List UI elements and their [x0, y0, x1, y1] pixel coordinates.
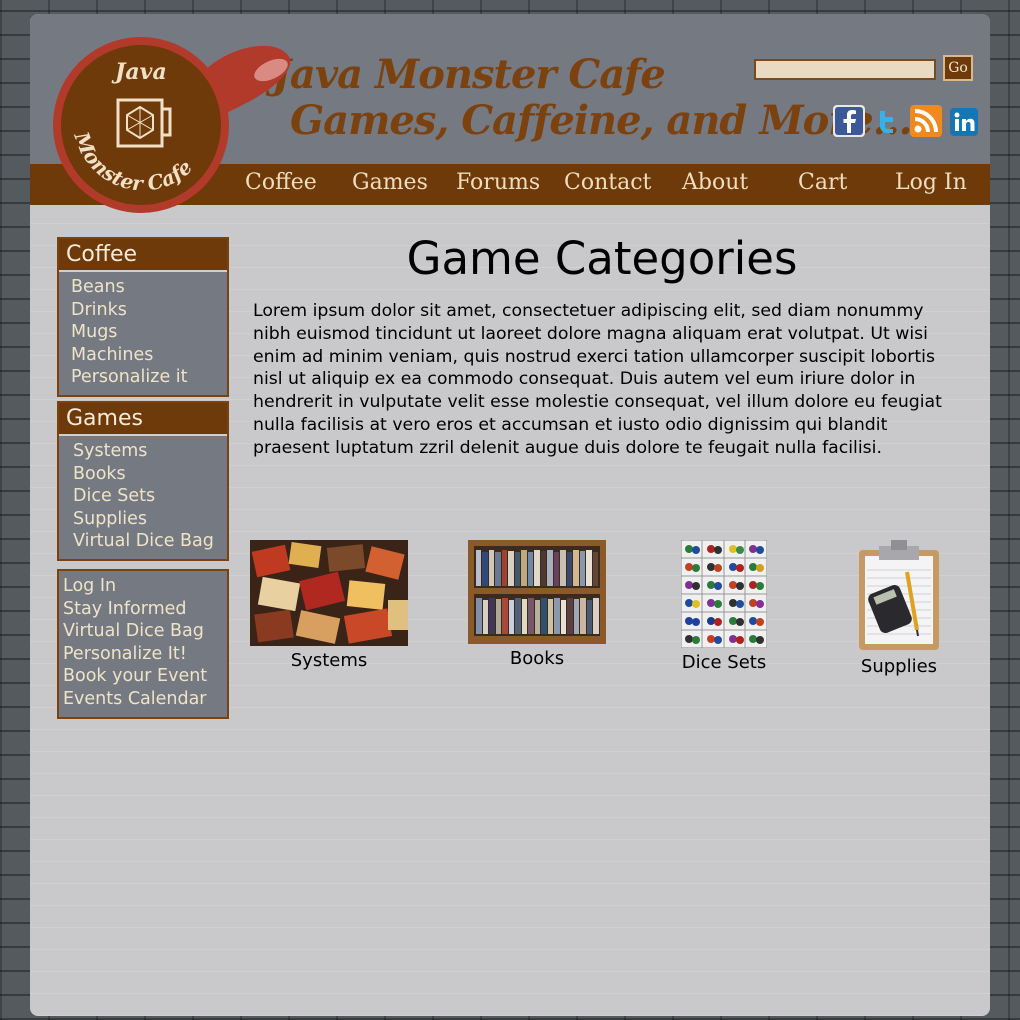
- sidebar-link-book-your-event[interactable]: Book your Event: [63, 666, 207, 686]
- search-input[interactable]: [754, 59, 936, 80]
- page-container: Java Monster Cafe Java Monster Cafe Game…: [30, 14, 990, 1016]
- nav-cart[interactable]: Cart: [798, 170, 847, 195]
- nav-about[interactable]: About: [682, 170, 748, 195]
- category-supplies[interactable]: Supplies: [850, 540, 948, 677]
- category-books[interactable]: Books: [468, 540, 606, 669]
- clipboard-image-icon: [859, 540, 939, 650]
- sidebar-item-personalize-it[interactable]: Personalize it: [71, 367, 188, 387]
- category-dice-sets-label: Dice Sets: [681, 652, 767, 673]
- sidebar-item-virtual-dice-bag[interactable]: Virtual Dice Bag: [73, 531, 214, 551]
- page-title: Game Categories: [406, 232, 798, 285]
- sidebar-item-systems[interactable]: Systems: [73, 441, 147, 461]
- sidebar-link-virtual-dice-bag[interactable]: Virtual Dice Bag: [63, 621, 204, 641]
- sidebar-link-events-calendar[interactable]: Events Calendar: [63, 689, 207, 709]
- site-title-line1: Java Monster Cafe: [272, 51, 666, 98]
- sidebar-item-books[interactable]: Books: [73, 464, 126, 484]
- sidebar-item-beans[interactable]: Beans: [71, 277, 125, 297]
- bookshelf-image-icon: [468, 540, 606, 644]
- twitter-icon[interactable]: [871, 105, 903, 137]
- sidebar-games-heading: Games: [59, 400, 227, 434]
- nav-contact[interactable]: Contact: [564, 170, 651, 195]
- sidebar-coffee-heading: Coffee: [59, 237, 227, 270]
- sidebar-item-mugs[interactable]: Mugs: [71, 322, 117, 342]
- nav-games[interactable]: Games: [352, 170, 428, 195]
- site-title-line2: Games, Caffeine, and More...: [290, 97, 913, 144]
- category-supplies-label: Supplies: [860, 656, 938, 677]
- sidebar-item-drinks[interactable]: Drinks: [71, 300, 127, 320]
- nav-forums[interactable]: Forums: [456, 170, 540, 195]
- facebook-icon[interactable]: [833, 105, 865, 137]
- coffee-mug-logo-icon: Java Monster Cafe: [53, 37, 291, 213]
- rss-icon[interactable]: [910, 105, 942, 137]
- dice-sets-image-icon: [681, 540, 767, 648]
- category-dice-sets[interactable]: Dice Sets: [670, 540, 778, 673]
- category-systems[interactable]: Systems: [250, 540, 408, 671]
- sidebar-item-dice-sets[interactable]: Dice Sets: [73, 486, 155, 506]
- sidebar-links-box: Log In Stay Informed Virtual Dice Bag Pe…: [57, 568, 229, 719]
- go-button[interactable]: Go: [943, 55, 973, 81]
- sidebar-games-box: Games Systems Books Dice Sets Supplies V…: [57, 400, 229, 561]
- cafe-logo[interactable]: Java Monster Cafe: [53, 37, 295, 217]
- sidebar: Coffee Beans Drinks Mugs Machines Person…: [57, 237, 229, 719]
- nav-log-in[interactable]: Log In: [895, 170, 967, 195]
- game-pile-image-icon: [250, 540, 408, 646]
- category-books-label: Books: [509, 648, 565, 669]
- sidebar-coffee-box: Coffee Beans Drinks Mugs Machines Person…: [57, 237, 229, 397]
- linkedin-icon[interactable]: [950, 108, 978, 136]
- sidebar-link-log-in[interactable]: Log In: [63, 576, 116, 596]
- sidebar-item-supplies[interactable]: Supplies: [73, 509, 147, 529]
- logo-text-top: Java: [111, 59, 167, 85]
- category-systems-label: Systems: [290, 650, 368, 671]
- intro-paragraph: Lorem ipsum dolor sit amet, consectetuer…: [253, 301, 942, 458]
- sidebar-link-personalize-it[interactable]: Personalize It!: [63, 644, 187, 664]
- sidebar-item-machines[interactable]: Machines: [71, 345, 153, 365]
- main-nav: Coffee Games Forums Contact About Cart L…: [230, 164, 990, 205]
- sidebar-link-stay-informed[interactable]: Stay Informed: [63, 599, 187, 619]
